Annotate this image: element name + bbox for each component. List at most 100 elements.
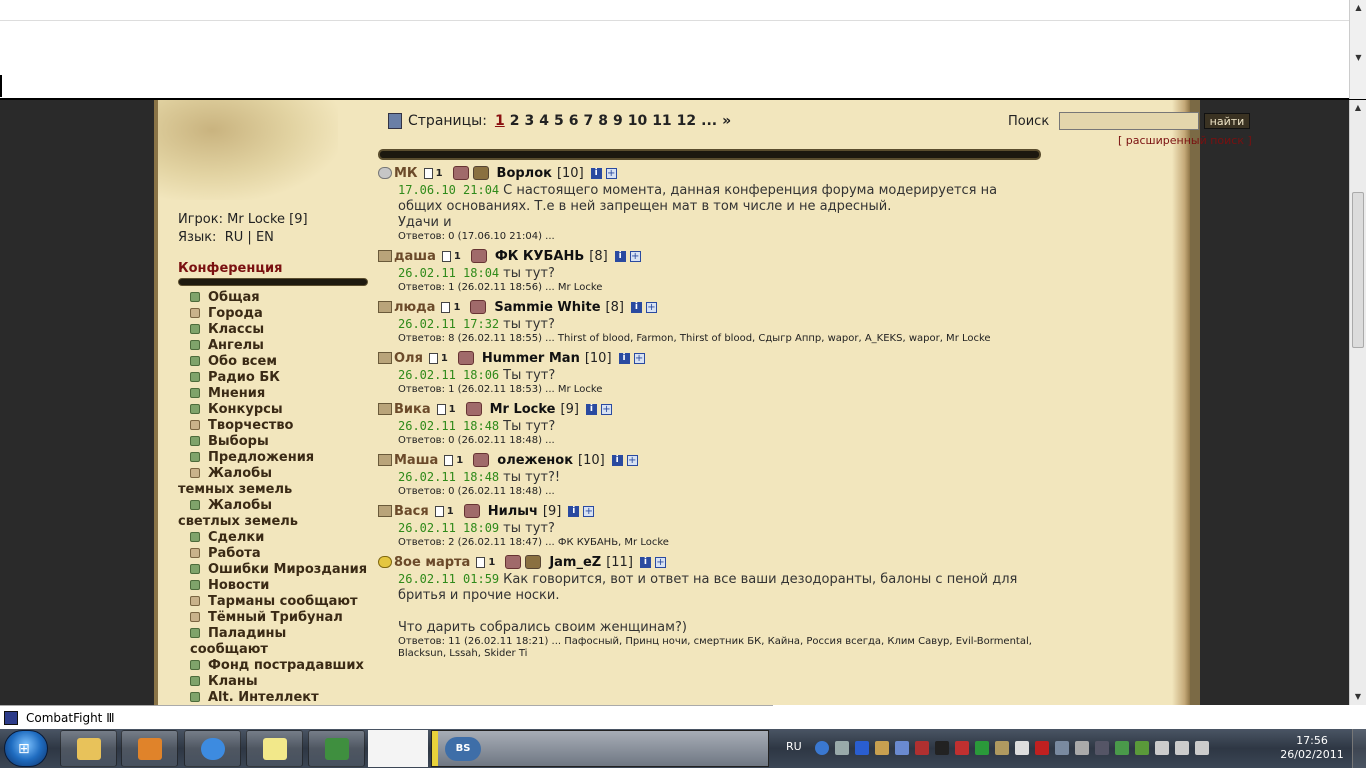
add-icon[interactable]: +	[633, 352, 645, 364]
app-tray-icon[interactable]	[1115, 741, 1129, 755]
topic-title[interactable]: Оля	[394, 351, 423, 366]
category-item[interactable]: Города	[190, 306, 368, 322]
category-item[interactable]: Паладины сообщают	[190, 626, 368, 658]
app-tray-icon[interactable]	[935, 741, 949, 755]
volume-icon[interactable]	[1195, 741, 1209, 755]
author-name[interactable]: Mr Locke	[490, 402, 556, 417]
topic-title[interactable]: МК	[394, 166, 418, 181]
antivirus-icon[interactable]	[1035, 741, 1049, 755]
category-item[interactable]: Жалобы темных земель	[178, 466, 368, 498]
bluetooth-icon[interactable]	[855, 741, 869, 755]
topic-replies[interactable]: Ответов: 0 (26.02.11 18:48) ...	[398, 486, 1043, 498]
page-link[interactable]: 8	[598, 113, 608, 129]
info-icon[interactable]: i	[585, 403, 597, 415]
add-icon[interactable]: +	[654, 556, 666, 568]
show-desktop-button[interactable]	[1352, 729, 1366, 768]
topic-pages[interactable]: 1	[488, 557, 495, 568]
author-name[interactable]: Ворлок	[497, 166, 552, 181]
page-scrollbar[interactable]: ▲ ▼	[1349, 100, 1366, 705]
topic-replies[interactable]: Ответов: 11 (26.02.11 18:21) ... Пафосны…	[398, 636, 1043, 660]
page-link[interactable]: 10	[628, 113, 647, 129]
category-item[interactable]: Творчество	[190, 418, 368, 434]
info-icon[interactable]: i	[618, 352, 630, 364]
add-icon[interactable]: +	[605, 167, 617, 179]
category-item[interactable]: Тарманы сообщают	[190, 594, 368, 610]
app-tray-icon[interactable]	[1055, 741, 1069, 755]
page-link[interactable]: »	[722, 113, 731, 129]
window-strip[interactable]: CombatFight Ⅲ	[0, 705, 773, 729]
page-link[interactable]: 4	[539, 113, 549, 129]
topic-title[interactable]: даша	[394, 249, 436, 264]
topic-replies[interactable]: Ответов: 8 (26.02.11 18:55) ... Thirst o…	[398, 333, 1043, 345]
info-icon[interactable]: i	[568, 505, 580, 517]
taskbar-media-button[interactable]	[121, 730, 178, 767]
category-item[interactable]: Выборы	[190, 434, 368, 450]
category-item[interactable]: Жалобы светлых земель	[178, 498, 368, 530]
category-item[interactable]: Конкурсы	[190, 402, 368, 418]
topic-pages[interactable]: 1	[456, 455, 463, 466]
scroll-down-icon[interactable]: ▼	[1350, 50, 1366, 66]
page-link[interactable]: 12	[677, 113, 696, 129]
search-button[interactable]: найти	[1204, 113, 1250, 129]
page-link[interactable]: 9	[613, 113, 623, 129]
category-item[interactable]: Фонд пострадавших	[190, 658, 368, 674]
top-scrollbar[interactable]: ▲ ▼	[1349, 0, 1366, 99]
app-tray-icon[interactable]	[995, 741, 1009, 755]
page-link[interactable]: 6	[569, 113, 579, 129]
wireless-icon[interactable]	[835, 741, 849, 755]
network-icon[interactable]	[815, 741, 829, 755]
info-icon[interactable]: i	[614, 250, 626, 262]
taskbar-ie-button[interactable]	[184, 730, 241, 767]
app-tray-icon[interactable]	[895, 741, 909, 755]
taskbar-notes-button[interactable]	[246, 730, 303, 767]
category-item[interactable]: Сделки	[190, 530, 368, 546]
add-icon[interactable]: +	[626, 454, 638, 466]
category-item[interactable]: Тёмный Трибунал	[190, 610, 368, 626]
category-item[interactable]: Работа	[190, 546, 368, 562]
taskbar-explorer-button[interactable]	[60, 730, 117, 767]
flag-icon[interactable]	[1015, 741, 1029, 755]
topic-pages[interactable]: 1	[447, 506, 454, 517]
app-tray-icon[interactable]	[955, 741, 969, 755]
page-link[interactable]: ...	[701, 113, 717, 129]
category-item[interactable]: Ангелы	[190, 338, 368, 354]
language-indicator[interactable]: RU	[786, 740, 802, 753]
player-name[interactable]: Mr Locke [9]	[227, 212, 307, 227]
category-item[interactable]: Кланы	[190, 674, 368, 690]
lang-en-link[interactable]: EN	[256, 230, 274, 245]
info-icon[interactable]: i	[639, 556, 651, 568]
category-item[interactable]: Alt. Интеллект	[190, 690, 368, 705]
category-item[interactable]: Ошибки Мироздания	[190, 562, 368, 578]
author-name[interactable]: олеженок	[497, 453, 573, 468]
topic-replies[interactable]: Ответов: 2 (26.02.11 18:47) ... ФК КУБАН…	[398, 537, 1043, 549]
lang-ru-link[interactable]: RU	[225, 230, 244, 245]
scroll-down-icon[interactable]: ▼	[1350, 689, 1366, 705]
info-icon[interactable]: i	[630, 301, 642, 313]
add-icon[interactable]: +	[600, 403, 612, 415]
app-tray-icon[interactable]	[1135, 741, 1149, 755]
add-icon[interactable]: +	[629, 250, 641, 262]
author-name[interactable]: ФК КУБАНЬ	[495, 249, 584, 264]
author-name[interactable]: Sammie White	[494, 300, 600, 315]
topic-title[interactable]: люда	[394, 300, 435, 315]
topic-replies[interactable]: Ответов: 0 (26.02.11 18:48) ...	[398, 435, 1043, 447]
taskbar-monitor-button[interactable]	[308, 730, 365, 767]
app-tray-icon[interactable]	[1075, 741, 1089, 755]
category-item[interactable]: Классы	[190, 322, 368, 338]
author-name[interactable]: Hummer Man	[482, 351, 580, 366]
page-link[interactable]: 3	[524, 113, 534, 129]
topic-pages[interactable]: 1	[436, 168, 443, 179]
start-button[interactable]: ⊞	[4, 730, 48, 767]
topic-pages[interactable]: 1	[453, 302, 460, 313]
page-link[interactable]: 5	[554, 113, 564, 129]
category-item[interactable]: Общая	[190, 290, 368, 306]
app-tray-icon[interactable]	[875, 741, 889, 755]
taskbar-app-button[interactable]: BS	[431, 730, 769, 767]
scroll-up-icon[interactable]: ▲	[1350, 100, 1366, 116]
author-name[interactable]: Нилыч	[488, 504, 538, 519]
topic-title[interactable]: 8ое марта	[394, 555, 470, 570]
app-tray-icon[interactable]	[1095, 741, 1109, 755]
page-link[interactable]: 11	[652, 113, 671, 129]
page-link[interactable]: 7	[583, 113, 593, 129]
add-icon[interactable]: +	[645, 301, 657, 313]
